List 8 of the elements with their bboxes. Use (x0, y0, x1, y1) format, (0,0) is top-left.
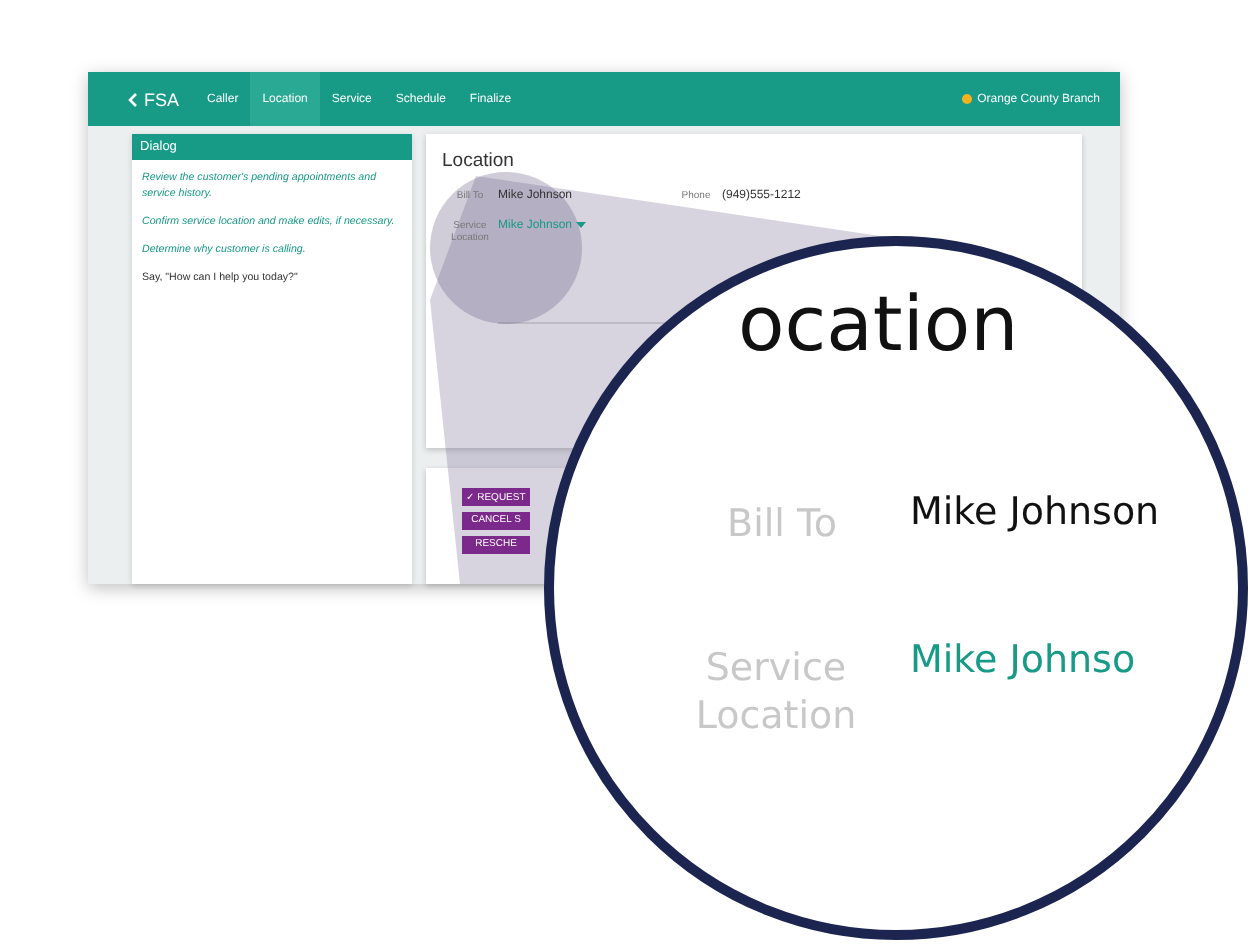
card-title: Location (442, 150, 516, 172)
magnified-value: Mike Johnso (910, 638, 1136, 686)
magnified-value: Mike Johnson (910, 490, 1160, 538)
status-dot (961, 94, 972, 104)
back-link[interactable]: FSA (128, 72, 180, 126)
caret-icon (576, 221, 587, 229)
chevron-left-icon (128, 91, 138, 107)
magnified-title: ocation (738, 278, 1019, 372)
